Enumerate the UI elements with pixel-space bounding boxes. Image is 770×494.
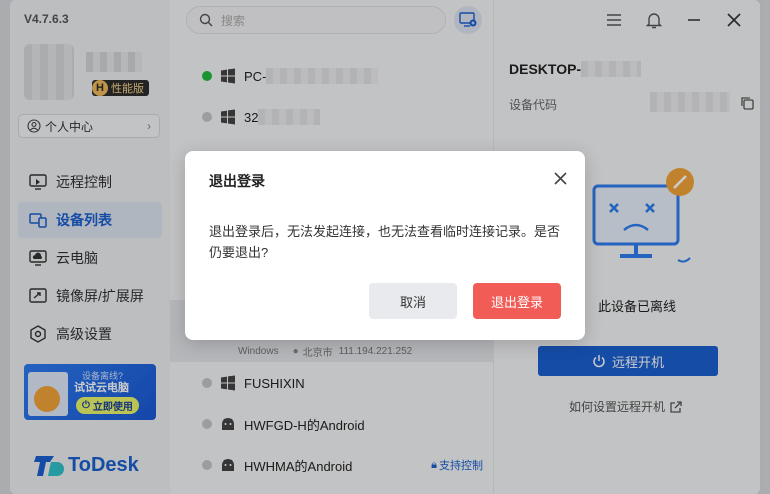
dialog-message: 退出登录后，无法发起连接，也无法查看临时连接记录。是否仍要退出?: [209, 224, 561, 260]
close-icon: [553, 171, 567, 185]
logout-dialog: 退出登录 退出登录后，无法发起连接，也无法查看临时连接记录。是否仍要退出? 取消…: [185, 151, 585, 340]
dialog-title: 退出登录: [209, 173, 265, 189]
dialog-close-button[interactable]: [551, 169, 569, 187]
confirm-logout-button[interactable]: 退出登录: [473, 283, 561, 319]
cancel-button[interactable]: 取消: [369, 283, 457, 319]
